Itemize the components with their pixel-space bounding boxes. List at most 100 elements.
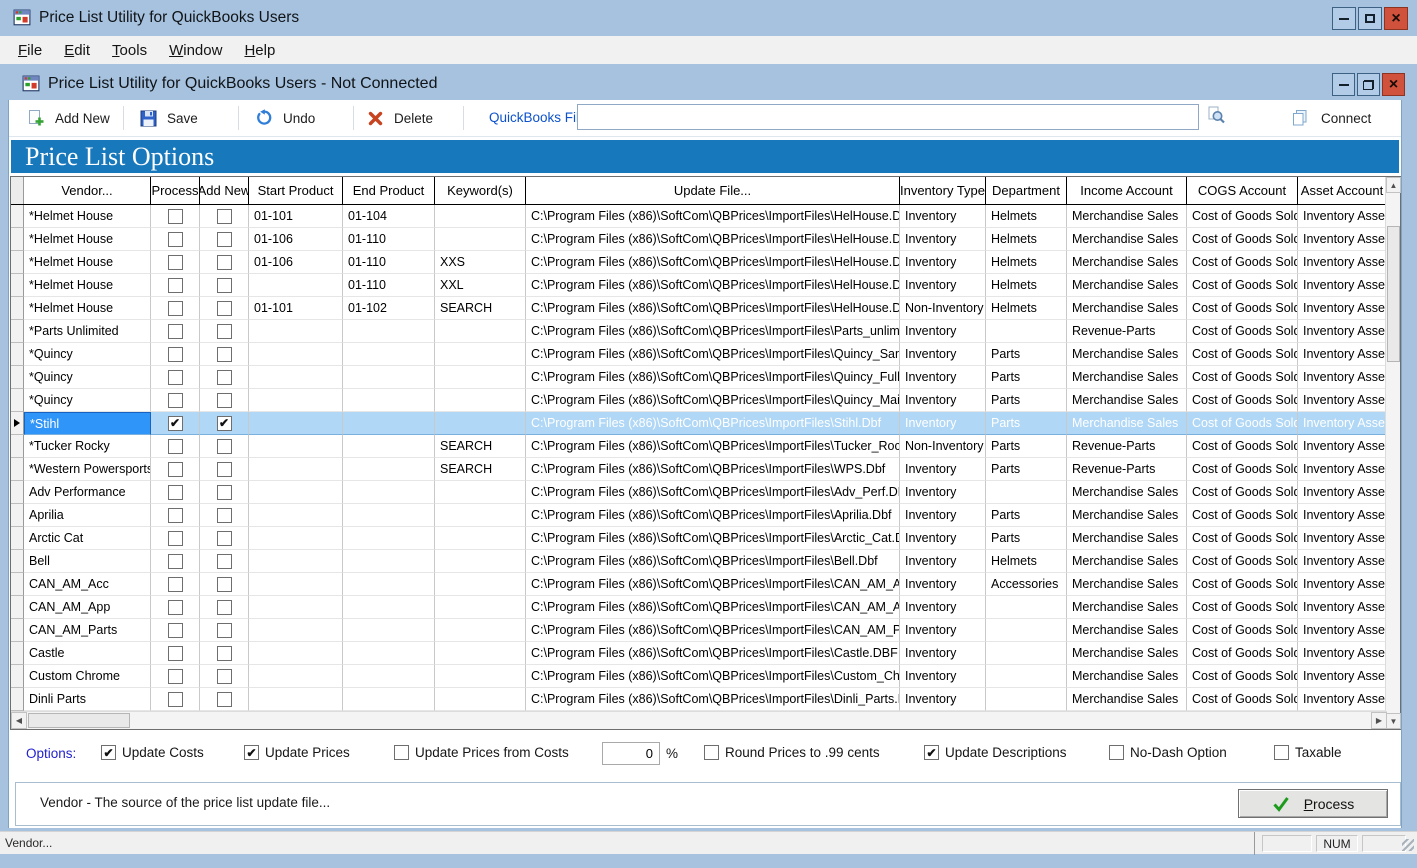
option-update-prices[interactable]: ✔Update Prices	[244, 745, 350, 760]
grid-row[interactable]: Arctic CatC:\Program Files (x86)\SoftCom…	[11, 527, 1387, 550]
cell-asset[interactable]: Inventory Asset	[1298, 504, 1387, 527]
add-new-checkbox[interactable]	[217, 508, 232, 523]
cell-inventory-type[interactable]: Inventory	[900, 665, 986, 688]
add-new-checkbox[interactable]	[217, 462, 232, 477]
cell-asset[interactable]: Inventory Asset	[1298, 389, 1387, 412]
cell-vendor[interactable]: *Helmet House	[24, 228, 151, 251]
cell-file[interactable]: C:\Program Files (x86)\SoftCom\QBPrices\…	[526, 596, 900, 619]
menu-item-window[interactable]: Window	[158, 38, 233, 63]
process-checkbox[interactable]	[168, 370, 183, 385]
cell-add-new[interactable]	[200, 504, 249, 527]
cell-department[interactable]	[986, 596, 1067, 619]
cell-file[interactable]: C:\Program Files (x86)\SoftCom\QBPrices\…	[526, 688, 900, 711]
cell-inventory-type[interactable]: Inventory	[900, 274, 986, 297]
cell-cogs[interactable]: Cost of Goods Sold	[1187, 320, 1298, 343]
column-header-add-new[interactable]: Add New	[200, 177, 249, 204]
cell-file[interactable]: C:\Program Files (x86)\SoftCom\QBPrices\…	[526, 642, 900, 665]
add-new-checkbox[interactable]	[217, 347, 232, 362]
cell-asset[interactable]: Inventory Asset	[1298, 550, 1387, 573]
cell-inventory-type[interactable]: Inventory	[900, 205, 986, 228]
cell-process[interactable]	[151, 205, 200, 228]
cell-income[interactable]: Merchandise Sales	[1067, 389, 1187, 412]
cell-end[interactable]	[343, 343, 435, 366]
process-checkbox[interactable]	[168, 393, 183, 408]
option-checkbox[interactable]	[394, 745, 409, 760]
grid-row[interactable]: *Helmet House01-10601-110XXSC:\Program F…	[11, 251, 1387, 274]
row-selector[interactable]	[11, 642, 24, 665]
cell-income[interactable]: Merchandise Sales	[1067, 619, 1187, 642]
cell-keyword[interactable]	[435, 366, 526, 389]
cell-file[interactable]: C:\Program Files (x86)\SoftCom\QBPrices\…	[526, 504, 900, 527]
add-new-checkbox[interactable]	[217, 577, 232, 592]
row-selector[interactable]	[11, 665, 24, 688]
cell-add-new[interactable]	[200, 389, 249, 412]
add-new-button[interactable]: Add New	[21, 105, 116, 131]
row-selector[interactable]	[11, 320, 24, 343]
cell-vendor[interactable]: *Western Powersports	[24, 458, 151, 481]
cell-vendor[interactable]: *Quincy	[24, 366, 151, 389]
cell-vendor[interactable]: *Parts Unlimited	[24, 320, 151, 343]
cell-file[interactable]: C:\Program Files (x86)\SoftCom\QBPrices\…	[526, 481, 900, 504]
option-update-prices-from-costs[interactable]: Update Prices from Costs	[394, 745, 569, 760]
cell-file[interactable]: C:\Program Files (x86)\SoftCom\QBPrices\…	[526, 274, 900, 297]
cell-start[interactable]	[249, 573, 343, 596]
row-selector[interactable]	[11, 228, 24, 251]
cell-end[interactable]: 01-110	[343, 251, 435, 274]
cell-income[interactable]: Merchandise Sales	[1067, 251, 1187, 274]
cell-process[interactable]	[151, 619, 200, 642]
process-checkbox[interactable]	[168, 577, 183, 592]
cell-start[interactable]	[249, 389, 343, 412]
option-checkbox[interactable]: ✔	[924, 745, 939, 760]
cell-start[interactable]: 01-106	[249, 228, 343, 251]
cell-add-new[interactable]	[200, 435, 249, 458]
browse-file-button[interactable]	[1207, 106, 1226, 130]
cell-add-new[interactable]	[200, 320, 249, 343]
cell-inventory-type[interactable]: Inventory	[900, 458, 986, 481]
option-round-prices-to-99-cents[interactable]: Round Prices to .99 cents	[704, 745, 880, 760]
cell-start[interactable]	[249, 688, 343, 711]
cell-department[interactable]	[986, 642, 1067, 665]
row-selector[interactable]	[11, 527, 24, 550]
cell-income[interactable]: Merchandise Sales	[1067, 366, 1187, 389]
process-checkbox[interactable]	[168, 232, 183, 247]
cell-cogs[interactable]: Cost of Goods Sold	[1187, 366, 1298, 389]
cell-add-new[interactable]	[200, 251, 249, 274]
grid-row[interactable]: *QuincyC:\Program Files (x86)\SoftCom\QB…	[11, 389, 1387, 412]
minimize-button[interactable]	[1332, 7, 1356, 30]
percent-input[interactable]	[602, 742, 660, 765]
cell-process[interactable]	[151, 596, 200, 619]
cell-keyword[interactable]	[435, 550, 526, 573]
cell-asset[interactable]: Inventory Asset	[1298, 573, 1387, 596]
cell-keyword[interactable]	[435, 481, 526, 504]
cell-process[interactable]	[151, 504, 200, 527]
cell-file[interactable]: C:\Program Files (x86)\SoftCom\QBPrices\…	[526, 343, 900, 366]
vertical-scrollbar[interactable]: ▲ ▼	[1385, 177, 1400, 729]
process-checkbox[interactable]	[168, 646, 183, 661]
row-selector[interactable]	[11, 435, 24, 458]
add-new-checkbox[interactable]	[217, 531, 232, 546]
cell-file[interactable]: C:\Program Files (x86)\SoftCom\QBPrices\…	[526, 550, 900, 573]
cell-end[interactable]	[343, 665, 435, 688]
cell-keyword[interactable]	[435, 665, 526, 688]
process-checkbox[interactable]	[168, 485, 183, 500]
cell-end[interactable]	[343, 320, 435, 343]
grid-row[interactable]: *Parts Unlimited C:\Program Files (x86)\S…	[11, 320, 1387, 343]
cell-add-new[interactable]	[200, 228, 249, 251]
add-new-checkbox[interactable]	[217, 324, 232, 339]
cell-vendor[interactable]: *Helmet House	[24, 297, 151, 320]
vertical-scroll-thumb[interactable]	[1387, 226, 1400, 362]
row-selector[interactable]	[11, 366, 24, 389]
cell-cogs[interactable]: Cost of Goods Sold	[1187, 435, 1298, 458]
option-update-descriptions[interactable]: ✔Update Descriptions	[924, 745, 1067, 760]
process-checkbox[interactable]	[168, 623, 183, 638]
cell-end[interactable]	[343, 619, 435, 642]
cell-file[interactable]: C:\Program Files (x86)\SoftCom\QBPrices\…	[526, 320, 900, 343]
process-checkbox[interactable]	[168, 209, 183, 224]
option-checkbox[interactable]	[1274, 745, 1289, 760]
cell-end[interactable]: 01-110	[343, 274, 435, 297]
cell-vendor[interactable]: Adv Performance	[24, 481, 151, 504]
cell-cogs[interactable]: Cost of Goods Sold	[1187, 642, 1298, 665]
cell-income[interactable]: Merchandise Sales	[1067, 527, 1187, 550]
cell-department[interactable]	[986, 619, 1067, 642]
cell-process[interactable]	[151, 481, 200, 504]
